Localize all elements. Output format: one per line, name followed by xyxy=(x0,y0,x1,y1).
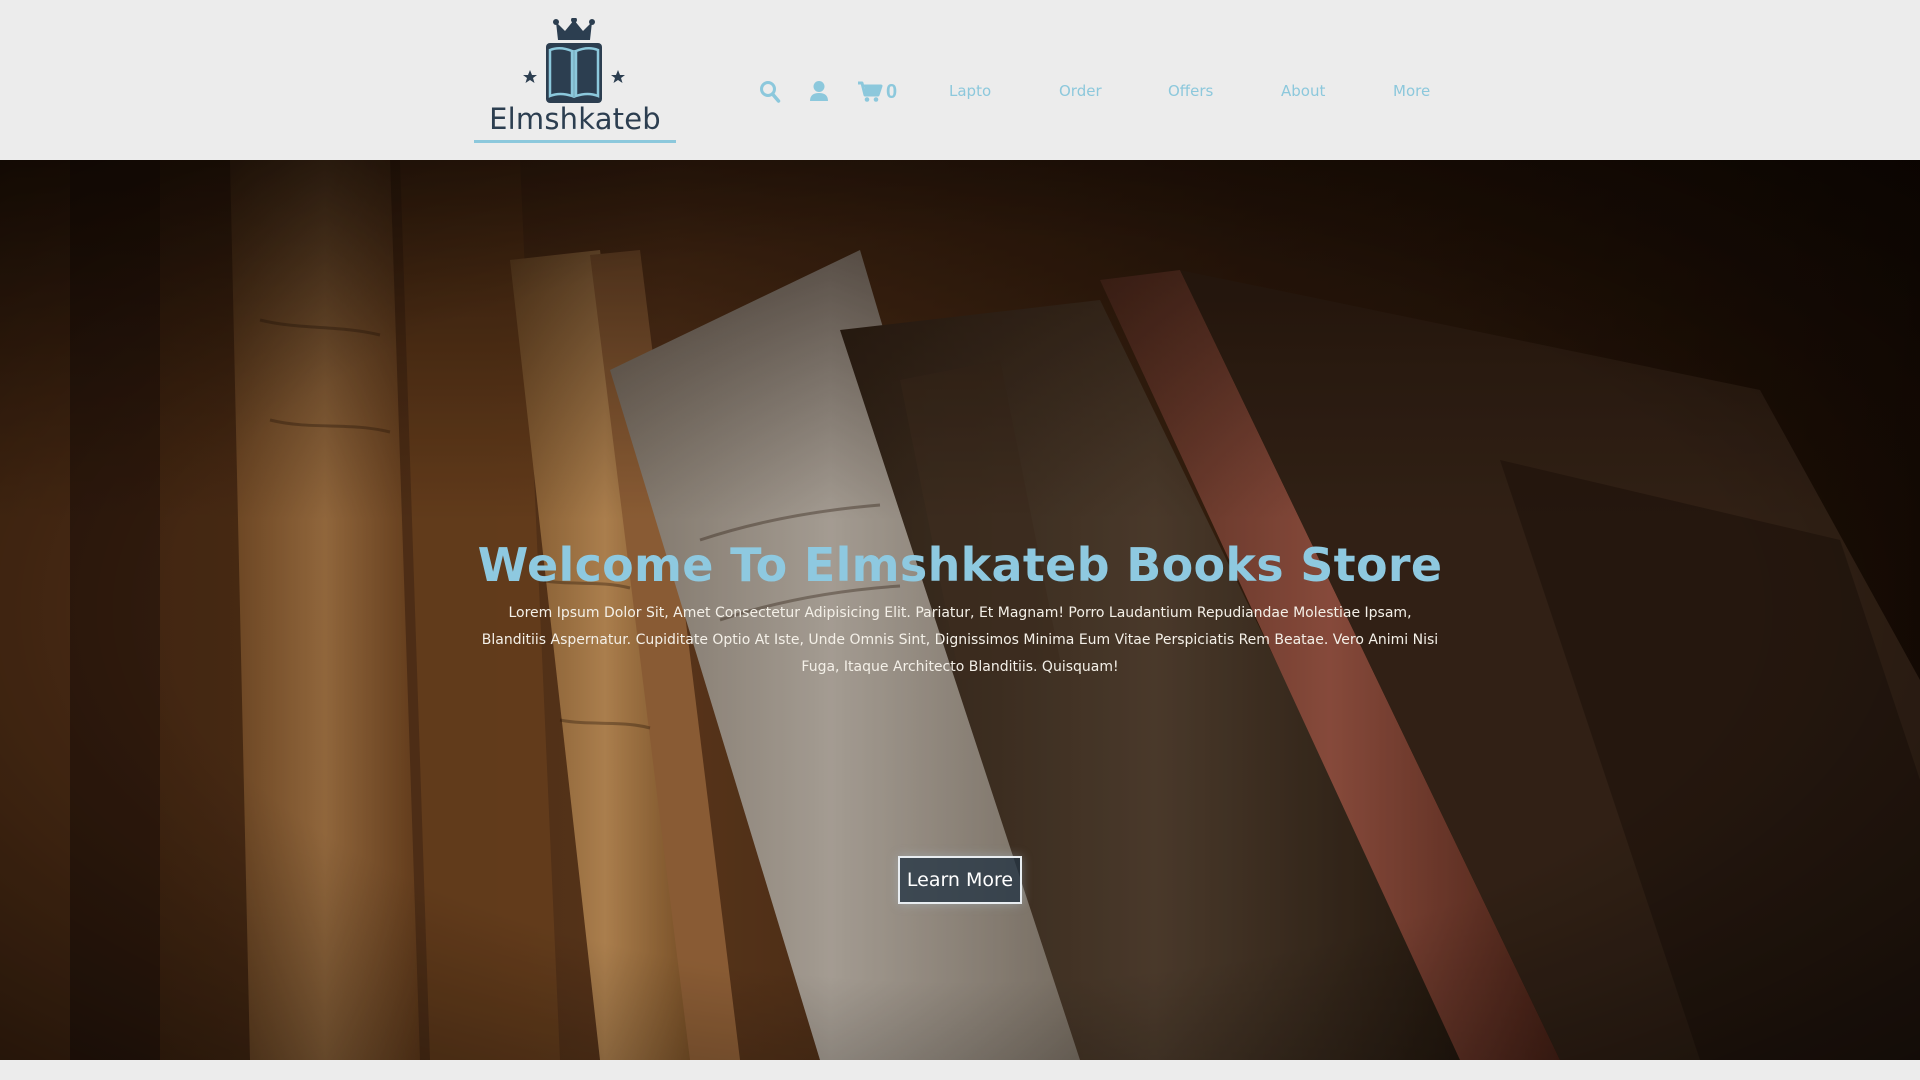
nav-link-more[interactable]: More xyxy=(1393,82,1430,100)
brand-name: Elmshkateb xyxy=(489,102,661,136)
learn-more-button[interactable]: Learn More xyxy=(898,856,1022,904)
site-header: Elmshkateb 0 Lapto Order Offers About Mo… xyxy=(0,0,1920,160)
nav-link-lapto[interactable]: Lapto xyxy=(949,82,991,100)
nav-link-about[interactable]: About xyxy=(1281,82,1325,100)
brand-underline xyxy=(474,140,676,143)
crowned-book-icon xyxy=(523,18,625,103)
hero-title: Welcome To Elmshkateb Books Store xyxy=(477,538,1443,592)
nav-link-offers[interactable]: Offers xyxy=(1168,82,1213,100)
page-bottom-strip xyxy=(0,1060,1920,1080)
cart-count-badge: 0 xyxy=(886,81,898,103)
hero-description: Lorem Ipsum Dolor Sit, Amet Consectetur … xyxy=(481,605,1439,675)
brand-logo[interactable]: Elmshkateb xyxy=(474,18,676,144)
hero-section: Welcome To Elmshkateb Books Store Lorem … xyxy=(0,160,1920,1060)
user-icon[interactable] xyxy=(809,80,829,106)
search-icon[interactable] xyxy=(759,80,781,106)
cart-button[interactable]: 0 xyxy=(857,80,907,106)
cart-icon xyxy=(858,81,883,102)
nav-link-order[interactable]: Order xyxy=(1059,82,1102,100)
